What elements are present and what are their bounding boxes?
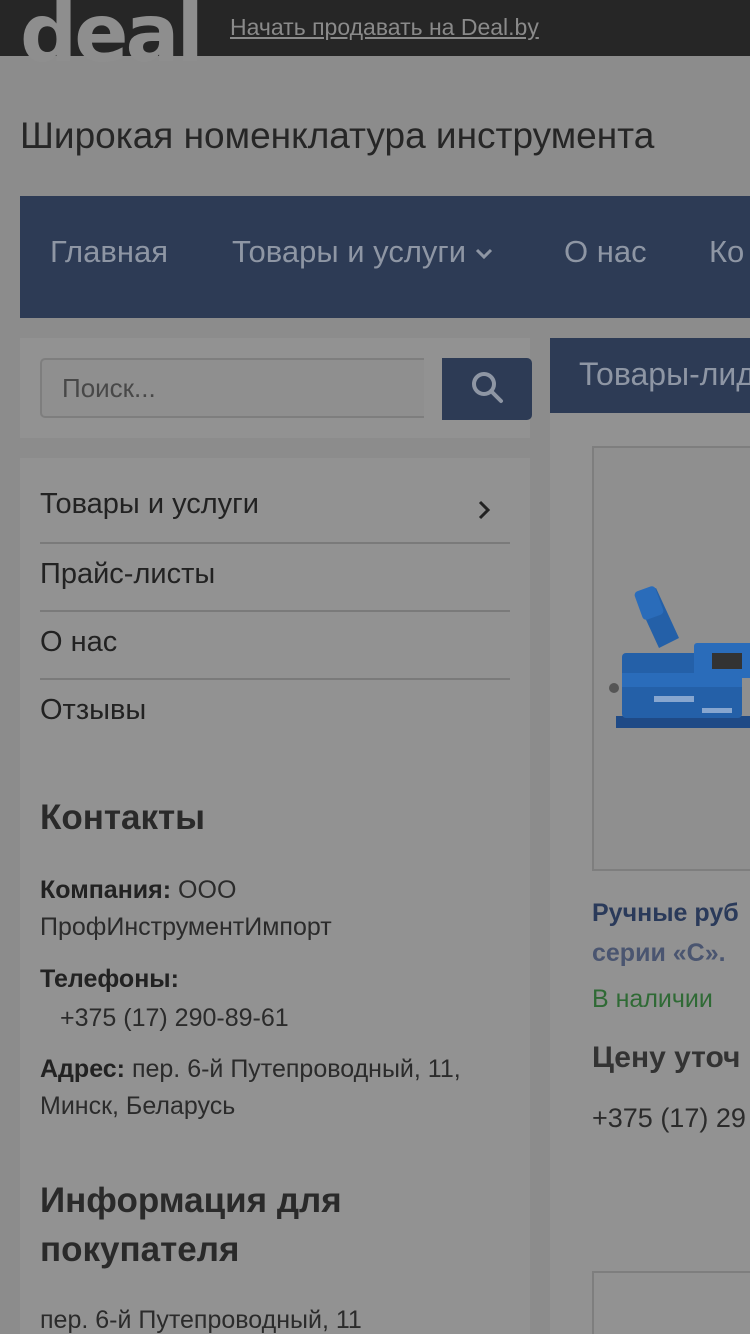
next-product-card[interactable] [592,1271,750,1334]
top-products-heading-text: Товары-лид [579,356,750,392]
contacts-heading: Контакты [40,798,206,837]
phones-label: Телефоны: [40,965,179,993]
menu-divider [40,610,510,612]
product-image[interactable] [592,446,750,871]
address-label: Адрес: [40,1055,125,1083]
search-icon [470,370,504,409]
product-phone[interactable]: +375 (17) 29 [592,1103,746,1134]
sidebar-item-label: Товары и услуги [40,488,259,520]
chevron-down-icon [474,233,494,269]
store-title: Широкая номенклатура инструмента [20,115,655,156]
top-bar: deal Начать продавать на Deal.by [0,0,750,72]
address-info: Адрес: пер. 6-й Путепроводный, 11, Минск… [40,1051,510,1125]
phones-label-line: Телефоны: [40,961,510,998]
nav-item-about[interactable]: О нас [564,234,647,270]
rebar-cutter-image [609,586,750,728]
company-info: Компания: ООО ПрофИнструментИмпорт [40,872,510,946]
nav-item-products-label: Товары и услуги [232,234,467,269]
search-button[interactable] [442,358,532,420]
company-label: Компания: [40,876,172,904]
nav-item-home[interactable]: Главная [50,234,168,270]
menu-divider [40,678,510,680]
sidebar-item-reviews[interactable]: Отзывы [40,694,510,727]
products-panel: Ручные руб серии «С». В наличии Цену уто… [550,413,750,1334]
search-card [20,338,532,438]
start-selling-link[interactable]: Начать продавать на Deal.by [230,14,539,41]
product-name-line1: Ручные руб [592,899,739,927]
chevron-right-icon [476,496,492,529]
menu-divider [40,542,510,544]
sidebar-item-products[interactable]: Товары и услуги [40,488,510,521]
top-products-heading: Товары-лид [550,338,750,413]
product-name-line2: серии «С». [592,939,726,967]
main-nav: Главная Товары и услуги О нас Ко [20,196,750,318]
product-name[interactable]: Ручные руб серии «С». [592,893,750,973]
nav-item-contacts[interactable]: Ко [709,234,744,270]
deal-logo[interactable]: deal [20,0,201,72]
buyer-info-heading: Информация для покупателя [40,1181,342,1269]
price-request: Цену уточ [592,1041,741,1074]
buyer-info-address: пер. 6-й Путепроводный, 11 [40,1306,362,1334]
search-input[interactable] [40,358,424,418]
sidebar: Товары и услуги Прайс-листы О нас Отзывы… [20,458,530,1334]
stock-status: В наличии [592,985,713,1013]
nav-item-products[interactable]: Товары и услуги [232,234,494,270]
phone-number[interactable]: +375 (17) 290-89-61 [60,1000,530,1037]
sidebar-item-about[interactable]: О нас [40,626,510,659]
sidebar-item-price-lists[interactable]: Прайс-листы [40,558,510,591]
